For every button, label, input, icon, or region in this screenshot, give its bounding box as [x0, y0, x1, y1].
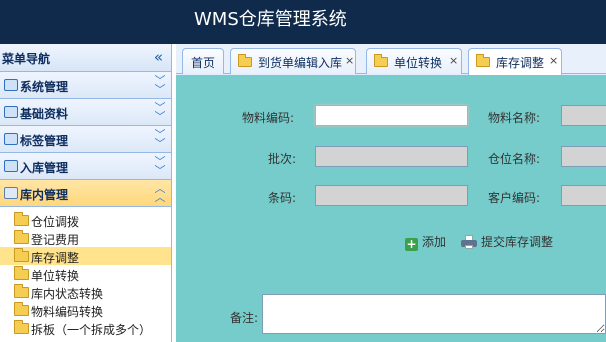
folder-icon — [14, 320, 29, 334]
sidebar-item-label: 单位转换 — [31, 269, 80, 283]
sidebar-item-label: 库内状态转换 — [31, 287, 104, 301]
barcode-input[interactable] — [315, 185, 468, 206]
tab-stock-adjust[interactable]: 库存调整 × — [468, 48, 562, 75]
sidebar-item-label: 仓位调拨 — [31, 215, 80, 229]
sidebar-item-label: 物料编码转换 — [31, 305, 104, 319]
module-icon — [4, 187, 18, 199]
sidebar-item-label: 库存调整 — [31, 251, 80, 265]
app-title: WMS仓库管理系统 — [194, 9, 347, 30]
folder-icon — [374, 54, 388, 67]
material-code-label: 物料编码: — [242, 111, 295, 125]
accordion-label: 基础资料 — [20, 107, 69, 121]
remark-label: 备注: — [230, 311, 259, 325]
tab-label: 到货单编辑入库 — [258, 56, 343, 70]
accordion-system[interactable]: 系统管理 ﹀ ﹀ — [0, 72, 171, 99]
sidebar-item-material-code-conversion[interactable]: 物料编码转换 — [0, 301, 171, 319]
accordion-label: 标签管理 — [20, 134, 69, 148]
module-icon — [4, 160, 18, 172]
submit-button-label: 提交库存调整 — [481, 235, 554, 249]
stock-adjust-form: 物料编码: 物料名称: 批次: 仓位名称: 条码: 客户编码: + 添加 提交库存… — [176, 75, 606, 342]
material-code-input[interactable] — [315, 105, 468, 126]
folder-icon — [14, 266, 29, 280]
sidebar-item-register-fees[interactable]: 登记费用 — [0, 229, 171, 247]
folder-icon — [14, 230, 29, 244]
sidebar-item-label: 登记费用 — [31, 233, 80, 247]
folder-icon — [14, 212, 29, 226]
close-icon[interactable]: × — [345, 54, 354, 67]
add-button-label: 添加 — [422, 235, 447, 249]
double-chevron-left-icon[interactable]: « — [154, 48, 163, 66]
tab-label: 单位转换 — [394, 56, 443, 70]
tab-label: 库存调整 — [496, 56, 545, 70]
sidebar: 菜单导航 « 系统管理 ﹀ ﹀ 基础资料 ﹀ ﹀ 标签管理 ﹀ ﹀ 入库管理 ﹀ ﹀ 库… — [0, 44, 172, 342]
close-icon[interactable]: × — [449, 54, 458, 67]
folder-icon — [14, 302, 29, 316]
batch-input[interactable] — [315, 146, 468, 167]
folder-icon — [14, 284, 29, 298]
tab-arrival-inbound[interactable]: 到货单编辑入库 × — [230, 48, 356, 74]
chevron-down-icon[interactable]: ﹀ ﹀ — [154, 75, 166, 95]
accordion-basic-data[interactable]: 基础资料 ﹀ ﹀ — [0, 99, 171, 126]
tab-unit-conversion[interactable]: 单位转换 × — [366, 48, 462, 74]
accordion-label: 系统管理 — [20, 80, 69, 94]
sidebar-item-stock-adjust[interactable]: 库存调整 — [0, 247, 171, 265]
module-icon — [4, 133, 18, 145]
sidebar-item-label: 拆板（一个拆成多个） — [31, 323, 152, 337]
chevron-down-icon[interactable]: ﹀ ﹀ — [154, 156, 166, 176]
tab-label: 首页 — [191, 56, 216, 70]
batch-label: 批次: — [268, 152, 297, 166]
module-icon — [4, 79, 18, 91]
sidebar-item-split-pallet[interactable]: 拆板（一个拆成多个） — [0, 319, 171, 337]
printer-icon — [461, 235, 477, 249]
accordion-warehouse-internal[interactable]: 库内管理 ︿ ︿ — [0, 180, 171, 207]
sidebar-header: 菜单导航 « — [0, 44, 171, 72]
add-button[interactable]: + 添加 — [405, 233, 446, 251]
folder-icon — [14, 248, 29, 262]
customer-code-input[interactable] — [561, 185, 606, 206]
sidebar-item-location-transfer[interactable]: 仓位调拨 — [0, 211, 171, 229]
tab-bar: 首页 到货单编辑入库 × 单位转换 × 库存调整 × — [176, 44, 606, 75]
chevron-down-icon[interactable]: ﹀ ﹀ — [154, 129, 166, 149]
chevron-up-icon[interactable]: ︿ ︿ — [154, 183, 166, 203]
sidebar-item-unit-conversion[interactable]: 单位转换 — [0, 265, 171, 283]
sidebar-title: 菜单导航 — [2, 52, 51, 66]
module-icon — [4, 106, 18, 118]
material-name-input[interactable] — [561, 105, 606, 126]
sidebar-item-status-conversion[interactable]: 库内状态转换 — [0, 283, 171, 301]
accordion-label: 库内管理 — [20, 188, 69, 202]
barcode-label: 条码: — [268, 191, 297, 205]
accordion-inbound[interactable]: 入库管理 ﹀ ﹀ — [0, 153, 171, 180]
folder-icon — [476, 54, 490, 67]
app-header: WMS仓库管理系统 — [0, 0, 606, 44]
main-content: 首页 到货单编辑入库 × 单位转换 × 库存调整 × 物料编码: 物料名称: 批… — [176, 44, 606, 342]
tab-home[interactable]: 首页 — [182, 48, 224, 74]
folder-icon — [238, 54, 252, 67]
submit-stock-adjust-button[interactable]: 提交库存调整 — [461, 233, 553, 250]
location-input[interactable] — [561, 146, 606, 167]
plus-icon: + — [405, 237, 418, 251]
accordion-label: 入库管理 — [20, 161, 69, 175]
material-name-label: 物料名称: — [488, 111, 541, 125]
remark-textarea[interactable] — [262, 294, 606, 334]
chevron-down-icon[interactable]: ﹀ ﹀ — [154, 102, 166, 122]
location-label: 仓位名称: — [488, 152, 541, 166]
customer-code-label: 客户编码: — [488, 191, 541, 205]
close-icon[interactable]: × — [549, 54, 558, 67]
accordion-labels[interactable]: 标签管理 ﹀ ﹀ — [0, 126, 171, 153]
